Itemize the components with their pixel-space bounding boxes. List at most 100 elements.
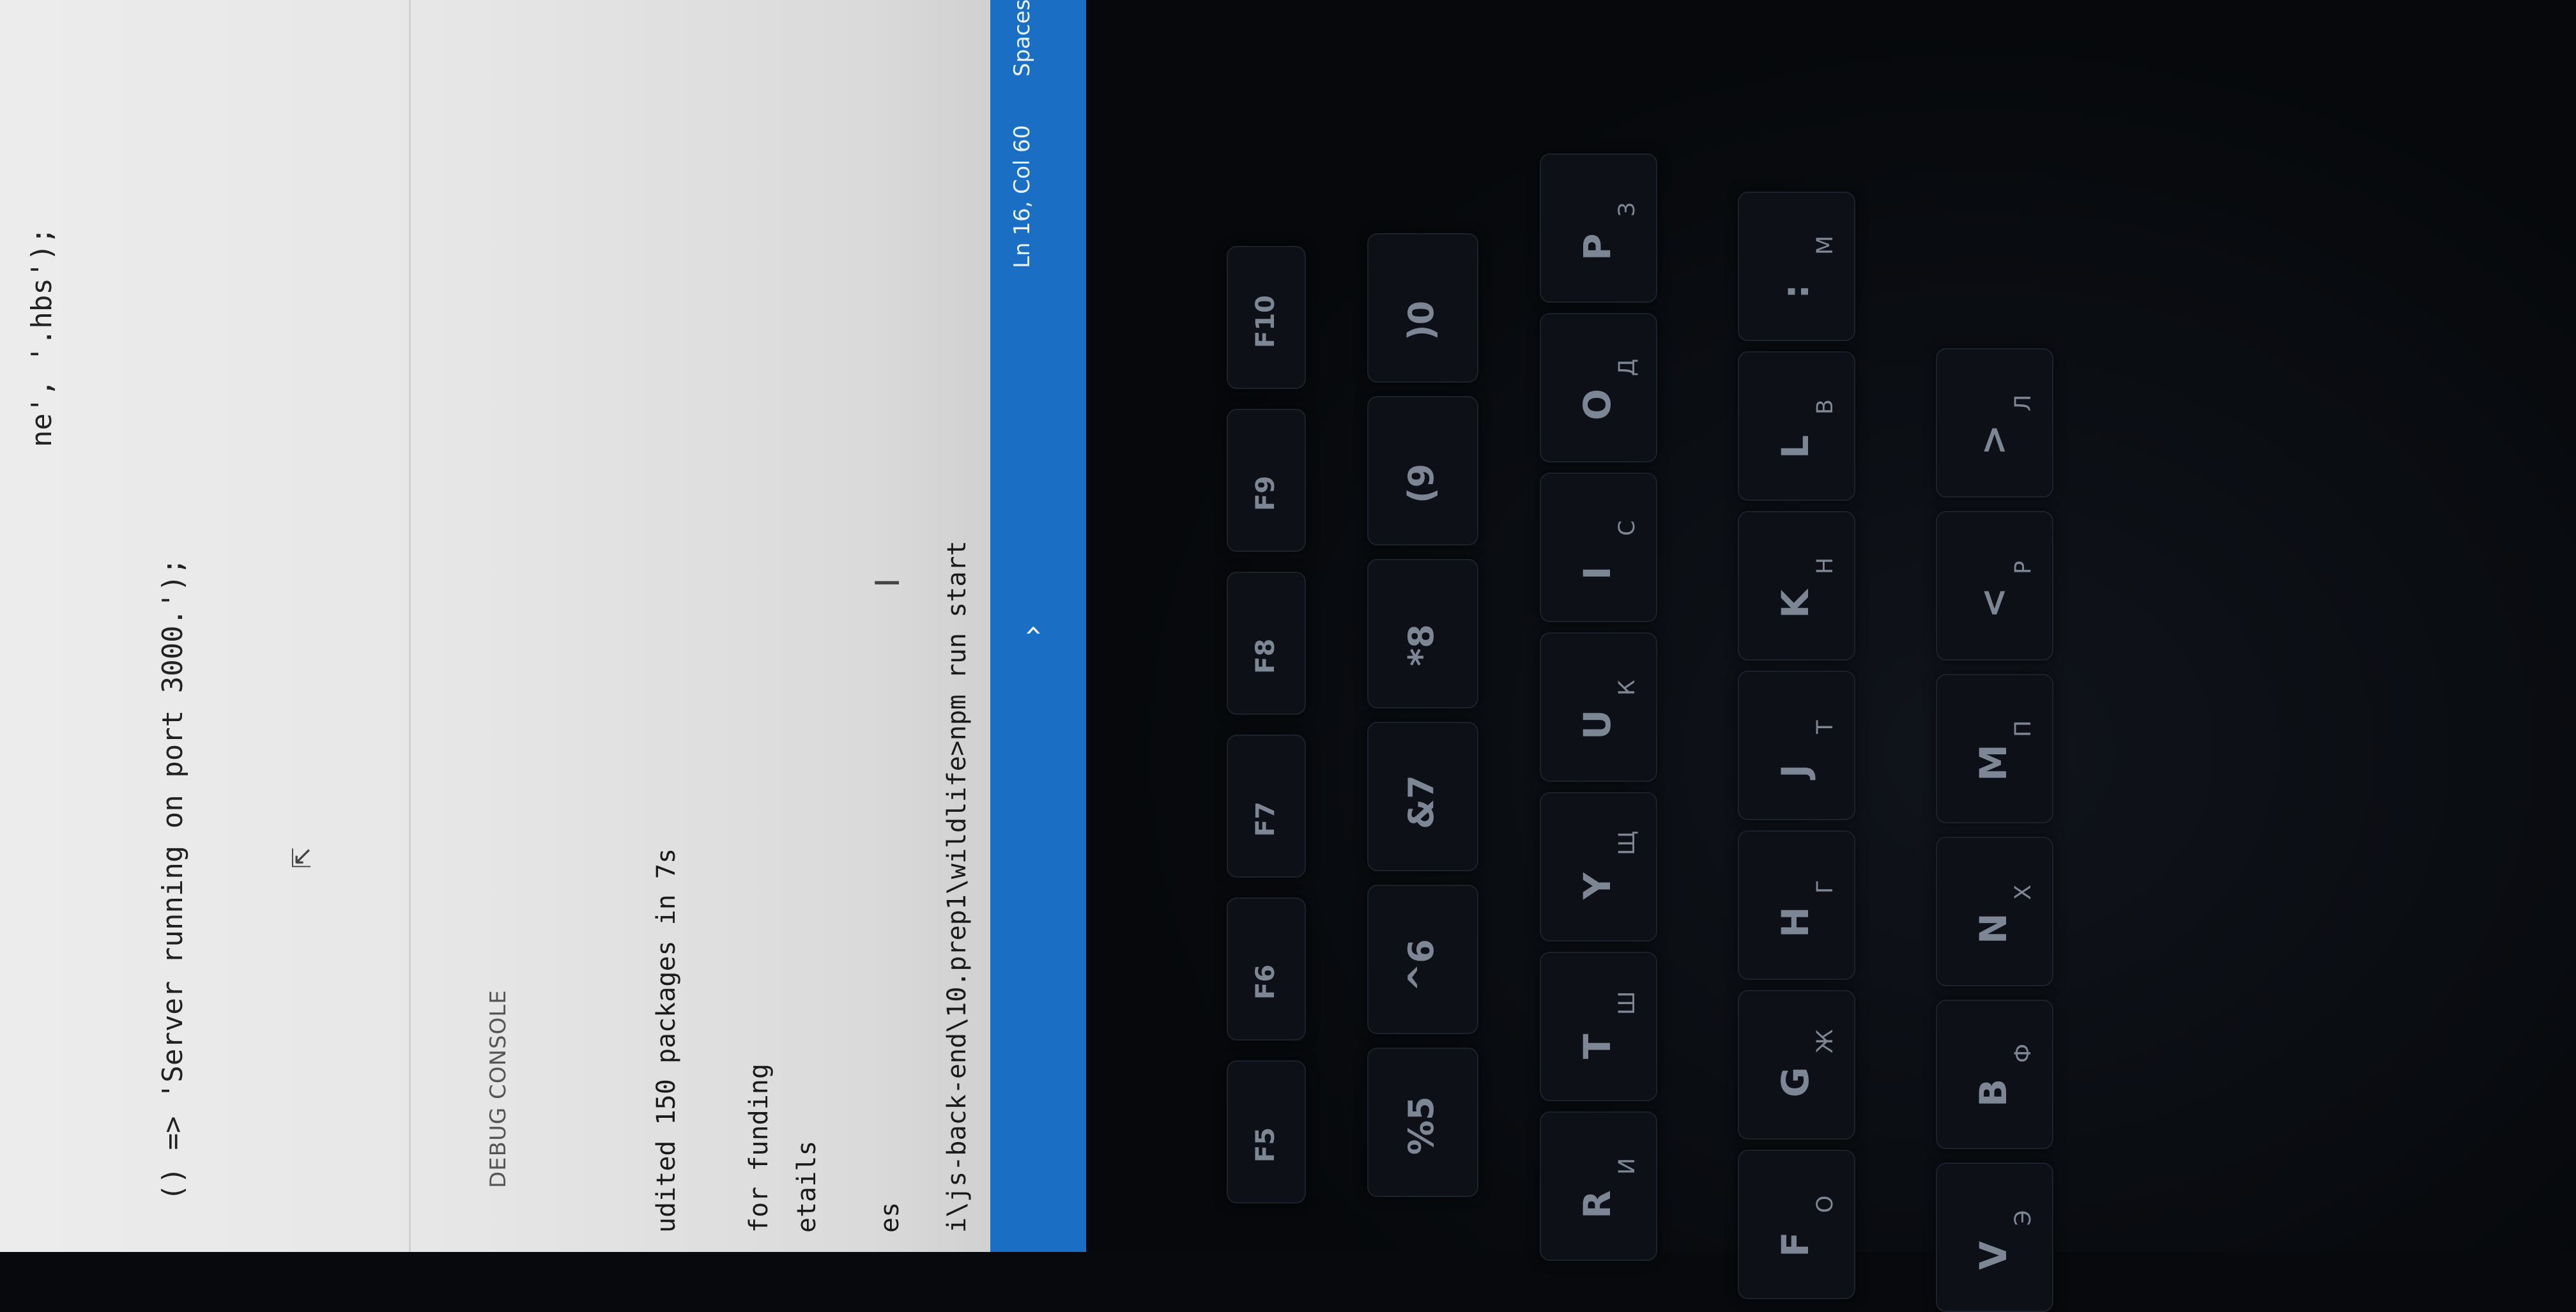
key-letter: BФ — [1936, 1000, 2053, 1149]
key-letter: KН — [1738, 511, 1855, 660]
key-sublabel: Ф — [2011, 1043, 2036, 1063]
key-label: I — [1575, 566, 1619, 580]
terminal-line-3: etails — [792, 1140, 822, 1233]
status-cursor-position[interactable]: Ln 16, Col 60 — [1009, 125, 1035, 268]
key-letter: OД — [1540, 313, 1657, 462]
key-num: %5 — [1367, 1048, 1478, 1197]
key-sublabel: Р — [2011, 560, 2036, 574]
key-letter: LВ — [1738, 351, 1855, 501]
status-indentation[interactable]: Spaces — [1009, 0, 1035, 77]
key-letter: PЗ — [1540, 153, 1657, 303]
key-label: B — [1972, 1078, 2015, 1107]
key-letter: UК — [1540, 632, 1657, 782]
key-label: (9 — [1401, 463, 1441, 503]
key-letter: FО — [1738, 1150, 1855, 1299]
key-label: F10 — [1251, 295, 1280, 348]
chevron-icon[interactable]: › — [1015, 625, 1049, 636]
key-letter: VЭ — [1936, 1163, 2053, 1312]
code-line-1[interactable]: ne', '.hbs'); — [26, 227, 58, 447]
key-sublabel: Х — [2011, 885, 2036, 900]
keyboard-photo: F5 F6 F7 F8 F9 F10 %5 ^6 &7 *8 (9)0 R И T Ш Y Щ U К I С O Д P З F… — [1086, 0, 2576, 1312]
key-num: (9 — [1367, 396, 1478, 545]
key-label: F7 — [1251, 801, 1280, 837]
key-letter: :М — [1738, 192, 1855, 341]
code-line-2[interactable]: () => 'Server running on port 3000.'); — [157, 558, 189, 1201]
key-num: )0 — [1367, 233, 1478, 383]
key-letter: NХ — [1936, 837, 2053, 986]
key-sublabel: Ж — [1813, 1029, 1838, 1053]
key-letter: GЖ — [1738, 990, 1855, 1140]
key-label: )0 — [1401, 300, 1441, 340]
mouse-pointer-icon: ⇱ — [288, 847, 317, 869]
key-sublabel: Т — [1813, 720, 1838, 734]
key-letter: > Л — [1936, 348, 2053, 498]
key-letter: TШ — [1540, 952, 1657, 1101]
terminal-line-2: for funding — [744, 1064, 774, 1233]
key-sublabel: М — [1813, 235, 1838, 255]
key-label: J — [1774, 764, 1817, 778]
key-label: M — [1972, 744, 2015, 781]
key-label: : — [1774, 284, 1817, 299]
key-sublabel: О — [1813, 1195, 1838, 1213]
key-fn: F6 — [1227, 897, 1306, 1041]
key-sublabel: Э — [2011, 1210, 2036, 1226]
key-letter: IС — [1540, 473, 1657, 622]
key-label: T — [1575, 1034, 1619, 1059]
key-label: H — [1774, 906, 1817, 938]
key-letter: JТ — [1738, 671, 1855, 820]
key-label: %5 — [1401, 1096, 1441, 1155]
key-sublabel: С — [1614, 520, 1640, 536]
key-fn: F9 — [1227, 409, 1306, 552]
key-label: V — [1972, 1241, 2015, 1270]
key-label: L — [1774, 435, 1817, 459]
key-label: < — [1972, 587, 2015, 618]
tab-debug-console[interactable]: DEBUG CONSOLE — [486, 989, 511, 1188]
key-sublabel: Ш — [1614, 991, 1640, 1015]
key-num: ^6 — [1367, 885, 1478, 1034]
key-fn: F7 — [1227, 735, 1306, 878]
key-sublabel: Д — [1614, 358, 1640, 376]
key-label: P — [1575, 233, 1619, 261]
key-num: *8 — [1367, 559, 1478, 708]
key-label: F — [1774, 1232, 1817, 1257]
key-label: R — [1575, 1190, 1619, 1219]
key-num: &7 — [1367, 722, 1478, 871]
key-sublabel: В — [1813, 399, 1838, 415]
key-letter: RИ — [1540, 1111, 1657, 1261]
key-label: Y — [1575, 873, 1619, 899]
key-sublabel: Щ — [1614, 830, 1640, 855]
key-letter: < Р — [1936, 511, 2053, 660]
key-label: N — [1972, 913, 2015, 944]
key-label: F5 — [1251, 1127, 1280, 1163]
terminal-line-5[interactable]: i\js-back-end\10.prep1\wildlife>npm run … — [942, 540, 972, 1233]
key-sublabel: З — [1614, 202, 1640, 217]
key-sublabel: Л — [2011, 394, 2036, 411]
key-fn: F8 — [1227, 572, 1306, 715]
key-sublabel: П — [2011, 720, 2036, 737]
key-sublabel: Г — [1813, 880, 1838, 894]
code-text: ne', '.hbs'); — [26, 227, 58, 447]
key-letter: HГ — [1738, 830, 1855, 980]
text-cursor-icon: I — [869, 577, 907, 588]
panel-divider — [409, 0, 411, 1252]
key-label: > — [1972, 424, 2015, 455]
key-label: G — [1774, 1067, 1817, 1097]
key-label: F8 — [1251, 638, 1280, 674]
key-label: K — [1774, 590, 1817, 618]
code-text: () => 'Server running on port 3000.'); — [157, 558, 189, 1201]
key-letter: YЩ — [1540, 792, 1657, 942]
key-fn: F10 — [1227, 246, 1306, 389]
key-label: *8 — [1401, 624, 1441, 666]
key-label: ^6 — [1401, 939, 1441, 992]
key-fn: F5 — [1227, 1060, 1306, 1203]
key-label: &7 — [1401, 775, 1441, 829]
terminal-line-4: es — [875, 1201, 905, 1233]
key-letter: MП — [1936, 674, 2053, 823]
key-sublabel: Н — [1813, 557, 1838, 574]
key-sublabel: И — [1614, 1157, 1640, 1175]
terminal-line-1: udited 150 packages in 7s — [652, 848, 681, 1233]
key-label: F6 — [1251, 964, 1280, 1000]
key-sublabel: К — [1614, 680, 1640, 696]
key-label: U — [1575, 709, 1619, 740]
key-label: O — [1575, 388, 1619, 420]
